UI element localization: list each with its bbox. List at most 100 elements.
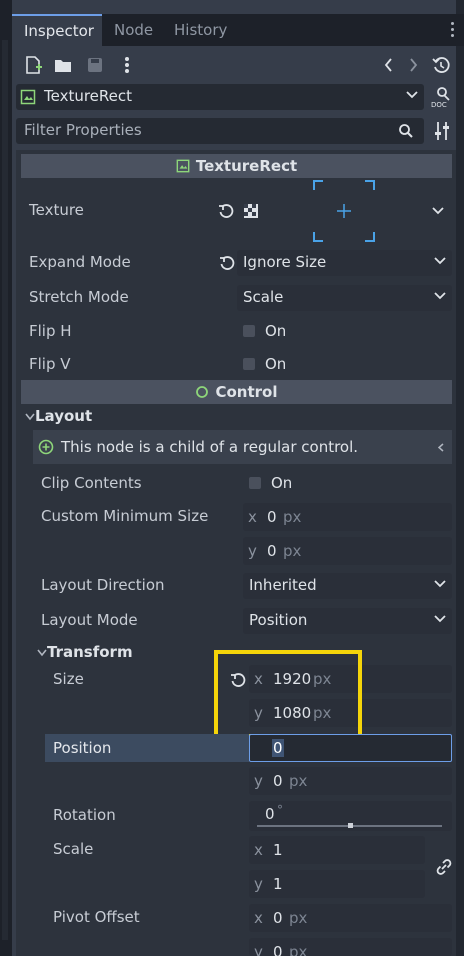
rotation-unit: °	[277, 803, 283, 817]
new-resource-icon[interactable]	[22, 54, 44, 76]
control-section-title: Control	[215, 383, 278, 401]
custom-min-y-value: 0	[267, 542, 277, 560]
revert-icon[interactable]	[218, 203, 234, 219]
filter-properties-input[interactable]: Filter Properties	[16, 118, 424, 144]
chevron-down-icon	[434, 292, 446, 300]
layout-info-banner: This node is a child of a regular contro…	[33, 430, 452, 464]
layout-direction-label: Layout Direction	[41, 576, 165, 594]
flip-h-value: On	[265, 322, 287, 340]
layout-mode-dropdown[interactable]: Position	[243, 608, 452, 634]
axis-y-label: y	[254, 875, 263, 893]
position-y-value: 0	[273, 772, 283, 790]
custom-min-size-label: Custom Minimum Size	[41, 507, 209, 525]
texture-label: Texture	[29, 201, 84, 219]
expand-mode-dropdown[interactable]: Ignore Size	[237, 250, 452, 276]
rotation-slider-track[interactable]	[257, 823, 442, 828]
rotation-slider-grabber[interactable]	[347, 823, 353, 828]
chevron-down-icon	[434, 580, 446, 588]
link-icon[interactable]	[435, 858, 453, 876]
chevron-down-icon	[434, 257, 446, 265]
expand-arrow-icon	[25, 413, 35, 421]
history-forward-icon[interactable]	[402, 54, 424, 76]
position-x-value: 0	[272, 739, 284, 757]
texture-slot[interactable]	[313, 180, 375, 242]
scale-y-field[interactable]: y 1	[249, 870, 425, 898]
layout-mode-value: Position	[249, 611, 308, 629]
pivot-offset-y-field[interactable]: y 0 px	[249, 938, 452, 956]
texturerect-section-title: TextureRect	[195, 157, 298, 175]
save-icon[interactable]	[84, 54, 106, 76]
custom-min-size-x-field[interactable]: x 0 px	[243, 503, 452, 531]
unit-label: px	[289, 772, 308, 790]
texturerect-icon	[20, 89, 36, 105]
checkbox-box	[243, 325, 255, 337]
transparent-checker-icon[interactable]	[243, 203, 259, 219]
position-y-field[interactable]: y 0 px	[249, 767, 452, 795]
layout-direction-dropdown[interactable]: Inherited	[243, 573, 452, 599]
rotation-label: Rotation	[53, 806, 116, 824]
unit-label: px	[289, 909, 308, 927]
axis-y-label: y	[254, 772, 263, 790]
tab-inspector[interactable]: Inspector	[12, 14, 102, 46]
axis-x-label: x	[254, 909, 263, 927]
clip-contents-value: On	[271, 474, 293, 492]
tools-icon[interactable]	[432, 120, 452, 142]
axis-x-label: x	[254, 841, 263, 859]
texturerect-section-header[interactable]: TextureRect	[21, 154, 452, 178]
inspector-toolbar	[12, 48, 464, 82]
size-label: Size	[53, 670, 84, 688]
rotation-field[interactable]: 0 °	[249, 801, 452, 831]
clip-contents-checkbox[interactable]: On	[243, 471, 452, 497]
stretch-mode-dropdown[interactable]: Scale	[237, 285, 452, 311]
pivot-offset-label: Pivot Offset	[53, 908, 140, 926]
position-x-input[interactable]: 0	[249, 734, 452, 762]
scrollbar-track[interactable]	[456, 0, 464, 956]
object-selector[interactable]: TextureRect	[16, 84, 424, 110]
expand-mode-value: Ignore Size	[243, 253, 327, 271]
flip-v-value: On	[265, 355, 287, 373]
position-row-highlight: Position	[45, 734, 249, 762]
position-label: Position	[53, 739, 112, 757]
svg-text:DOC: DOC	[431, 101, 447, 108]
clip-contents-label: Clip Contents	[41, 474, 142, 492]
axis-y-label: y	[254, 943, 263, 956]
chevron-down-icon[interactable]	[432, 207, 444, 215]
checkbox-box	[249, 477, 261, 489]
custom-min-size-y-field[interactable]: y 0 px	[243, 537, 452, 565]
kebab-menu-icon[interactable]	[116, 54, 138, 76]
tab-inspector-label: Inspector	[24, 22, 94, 40]
scale-label: Scale	[53, 840, 94, 858]
tab-history-label: History	[174, 21, 228, 39]
dock-menu-icon[interactable]	[451, 22, 454, 38]
pivot-y-value: 0	[273, 943, 283, 956]
filter-placeholder: Filter Properties	[24, 121, 142, 139]
layout-info-text: This node is a child of a regular contro…	[61, 438, 359, 456]
object-selector-label: TextureRect	[44, 87, 133, 105]
history-back-icon[interactable]	[378, 54, 400, 76]
stretch-mode-label: Stretch Mode	[29, 288, 129, 306]
pivot-offset-x-field[interactable]: x 0 px	[249, 904, 452, 932]
control-section-header[interactable]: Control	[21, 380, 452, 404]
collapse-left-icon[interactable]	[438, 443, 444, 452]
dock-tab-bar: Inspector Node History	[12, 14, 464, 46]
flip-v-label: Flip V	[29, 355, 71, 373]
object-history-icon[interactable]	[430, 54, 452, 76]
layout-mode-label: Layout Mode	[41, 611, 138, 629]
unit-label: px	[283, 508, 302, 526]
tab-node-label: Node	[114, 21, 154, 39]
scale-x-field[interactable]: x 1	[249, 836, 425, 864]
flip-v-checkbox[interactable]: On	[237, 352, 452, 378]
docs-icon[interactable]: DOC	[430, 86, 454, 108]
chevron-down-icon	[406, 91, 418, 99]
texture-slot-frame	[313, 180, 375, 242]
revert-icon[interactable]	[219, 255, 235, 271]
open-folder-icon[interactable]	[52, 54, 74, 76]
transform-group-title: Transform	[47, 643, 133, 661]
tab-node[interactable]: Node	[114, 14, 153, 46]
axis-x-label: x	[248, 508, 257, 526]
pivot-x-value: 0	[273, 909, 283, 927]
tab-history[interactable]: History	[174, 14, 227, 46]
flip-h-checkbox[interactable]: On	[237, 319, 452, 345]
texturerect-icon	[176, 159, 190, 173]
layout-group-header[interactable]: Layout	[21, 406, 452, 428]
